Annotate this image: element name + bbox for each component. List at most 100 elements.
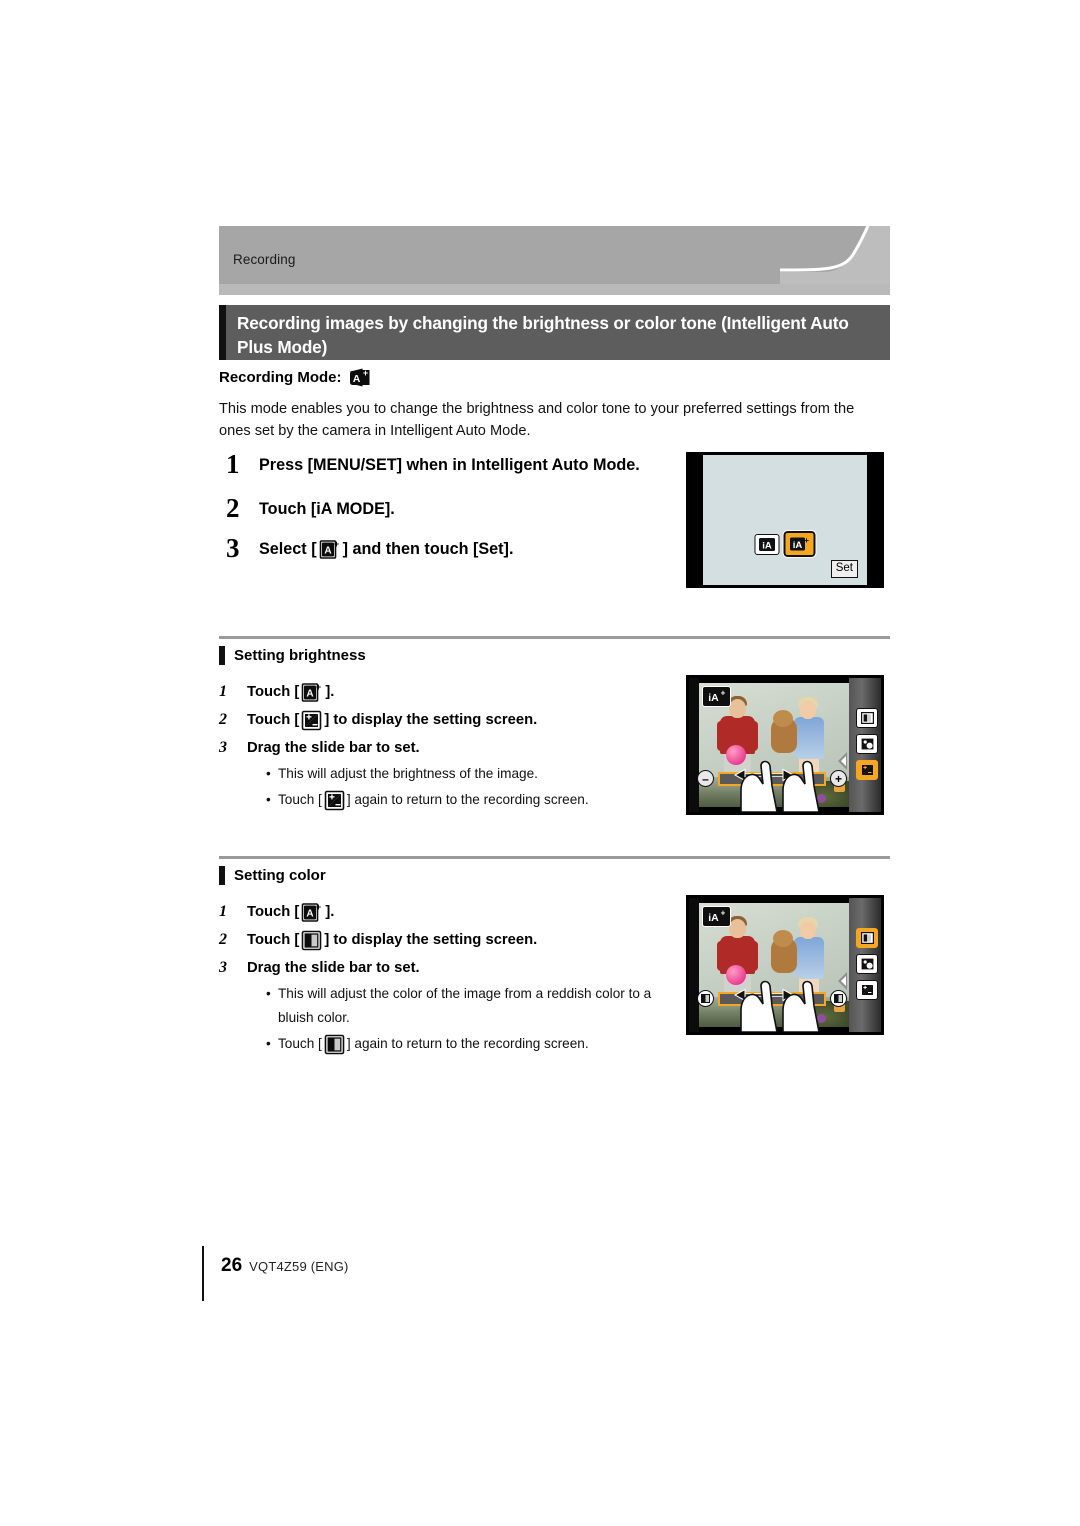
color-bullets: • This will adjust the color of the imag… xyxy=(266,982,669,1056)
color-step-2: 2 Touch [ ] to display the setting scree… xyxy=(219,926,669,954)
svg-text:A: A xyxy=(324,545,331,556)
bullet-text-before: Touch [ xyxy=(278,792,322,807)
photo-flower xyxy=(817,794,826,803)
brightness-icon[interactable] xyxy=(856,760,878,780)
lcd-side-icon-column xyxy=(856,928,878,1000)
bullet-item: • This will adjust the color of the imag… xyxy=(266,982,669,1030)
step-text-before: Select [ xyxy=(259,540,317,558)
step-text: Press [MENU/SET] when in Intelligent Aut… xyxy=(259,456,640,474)
color-step-1: 1 Touch [ A + ]. xyxy=(219,898,669,926)
bullet-text-after: ] again to return to the recording scree… xyxy=(346,1036,589,1051)
lcd-viewfinder-area: iA iA + Set xyxy=(703,455,867,585)
bullet-dot: • xyxy=(266,1036,271,1051)
photo-boy-head xyxy=(729,699,746,718)
bullet-text-before: Touch [ xyxy=(278,1036,322,1051)
lcd-side-icon-column xyxy=(856,708,878,780)
side-menu-collapse-arrow[interactable] xyxy=(838,752,847,770)
section-heading-color: Setting color xyxy=(219,866,326,885)
brightness-icon[interactable] xyxy=(856,980,878,1000)
section-divider-rule xyxy=(219,856,890,859)
svg-text:+: + xyxy=(362,368,367,378)
photo-girl-head xyxy=(800,701,816,719)
step-text-before: Touch [ xyxy=(247,932,300,948)
ia-mode-option-plus-selected[interactable]: iA + xyxy=(782,530,817,558)
lcd-left-rail xyxy=(689,678,699,812)
step-text: Touch [iA MODE]. xyxy=(259,500,395,518)
bullet-dot: • xyxy=(266,986,271,1001)
page-title: Recording images by changing the brightn… xyxy=(237,313,849,357)
main-step-1: 1 Press [MENU/SET] when in Intelligent A… xyxy=(219,449,669,479)
lcd-left-rail xyxy=(689,898,699,1032)
section-heading-brightness: Setting brightness xyxy=(219,646,366,665)
color-icon[interactable] xyxy=(856,708,878,728)
color-icon[interactable] xyxy=(856,928,878,948)
color-step-3: 3 Drag the slide bar to set. xyxy=(219,954,669,982)
svg-text:A: A xyxy=(307,688,314,699)
ia-plus-badge: iA + xyxy=(702,686,731,707)
side-menu-collapse-arrow[interactable] xyxy=(838,972,847,990)
bullet-item: • Touch [ ] again to return to the recor… xyxy=(266,1032,669,1056)
svg-text:iA: iA xyxy=(793,540,803,551)
photo-girl-dress xyxy=(794,937,824,979)
step-number: 2 xyxy=(219,711,227,728)
svg-text:+: + xyxy=(333,539,338,549)
step-text: Touch [ ] to display the setting screen. xyxy=(247,926,537,954)
defocus-icon[interactable] xyxy=(856,734,878,754)
main-step-3: 3 Select [ A + ] and then touch [Set]. xyxy=(219,533,669,563)
main-step-2: 2 Touch [iA MODE]. xyxy=(219,493,669,523)
step-text: Touch [ A + ]. xyxy=(247,678,334,706)
step-text-after: ] to display the setting screen. xyxy=(324,712,538,728)
photo-teddy-bear-head xyxy=(773,930,793,947)
defocus-icon[interactable] xyxy=(856,954,878,974)
section-title-bar: Recording images by changing the brightn… xyxy=(219,305,890,360)
ia-plus-badge: iA + xyxy=(702,906,731,927)
svg-text:iA: iA xyxy=(762,540,772,551)
photo-girl-dress xyxy=(794,717,824,759)
photo-boy-arm-right xyxy=(750,941,758,971)
step-text-before: Touch [ xyxy=(247,684,300,700)
bullet-text: This will adjust the brightness of the i… xyxy=(278,766,538,781)
footer-vertical-rule xyxy=(202,1246,204,1301)
step-number: 1 xyxy=(219,683,227,700)
set-button[interactable]: Set xyxy=(830,560,858,578)
photo-boy-arm-right xyxy=(750,721,758,751)
step-text: Select [ A + ] and then touch [Set]. xyxy=(259,536,513,562)
step-number: 2 xyxy=(226,493,240,523)
brightness-increase-button[interactable]: + xyxy=(830,770,847,787)
ia-plus-icon: A + xyxy=(319,539,341,560)
step-text-before: Touch [ xyxy=(247,712,300,728)
svg-text:+: + xyxy=(721,689,726,698)
color-icon xyxy=(301,930,322,951)
ia-mode-option-plain[interactable]: iA xyxy=(754,533,780,555)
brightness-decrease-button[interactable]: – xyxy=(697,770,714,787)
camera-screen-color: iA + xyxy=(686,895,884,1035)
photo-boy-head xyxy=(729,919,746,938)
color-steps-list: 1 Touch [ A + ]. 2 Touch [] to display … xyxy=(219,898,669,1056)
step-number: 1 xyxy=(226,449,240,479)
drag-direction-arrow xyxy=(733,768,795,782)
recording-mode-label: Recording Mode: xyxy=(219,369,342,386)
main-steps-list: 1 Press [MENU/SET] when in Intelligent A… xyxy=(219,449,669,580)
running-header-band: Recording xyxy=(219,226,890,284)
color-bluish-button[interactable] xyxy=(830,990,847,1007)
step-text-after: ]. xyxy=(325,684,335,700)
bullet-item: • Touch [ ] again to return to the recor… xyxy=(266,788,669,812)
photo-boy-arm-left xyxy=(717,941,725,971)
footer: 26 VQT4Z59 (ENG) xyxy=(221,1255,349,1277)
bullet-item: • This will adjust the brightness of the… xyxy=(266,762,669,786)
brightness-step-3: 3 Drag the slide bar to set. xyxy=(219,734,669,762)
step-text-after: ] to display the setting screen. xyxy=(324,932,538,948)
step-text-before: Touch [ xyxy=(247,904,300,920)
svg-text:+: + xyxy=(804,536,809,545)
document-code: VQT4Z59 (ENG) xyxy=(249,1259,349,1274)
photo-pink-ball xyxy=(726,965,746,985)
photo-pink-ball xyxy=(726,745,746,765)
step-number: 2 xyxy=(219,931,227,948)
step-number: 3 xyxy=(226,533,240,563)
step-text-after: ]. xyxy=(325,904,335,920)
ia-plus-icon: A + xyxy=(301,902,323,923)
brightness-icon xyxy=(324,790,345,811)
color-reddish-button[interactable] xyxy=(697,990,714,1007)
svg-text:+: + xyxy=(316,902,321,912)
bullet-dot: • xyxy=(266,792,271,807)
